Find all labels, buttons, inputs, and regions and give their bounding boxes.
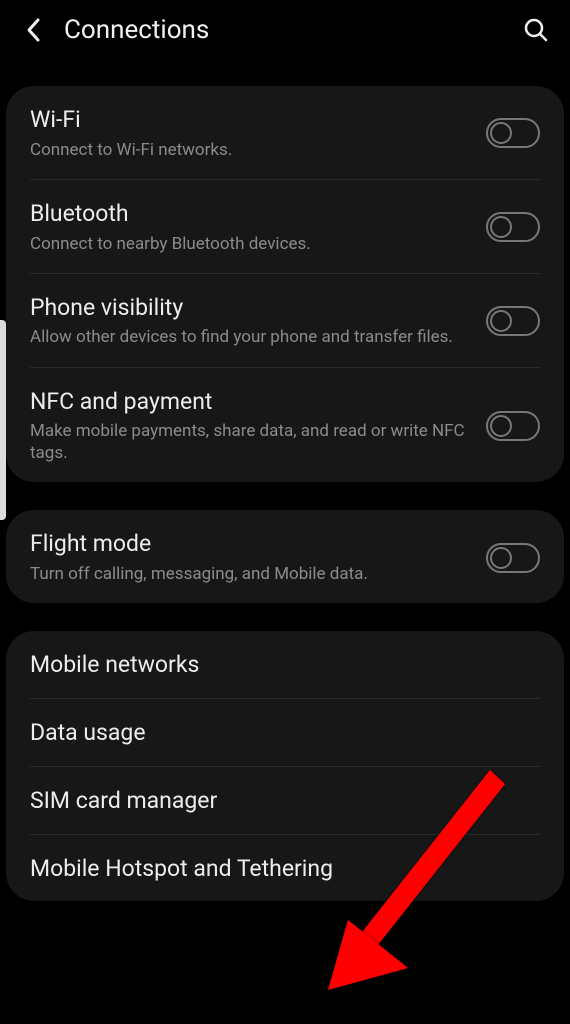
row-subtitle: Make mobile payments, share data, and re… — [30, 420, 474, 464]
row-text: Phone visibility Allow other devices to … — [30, 294, 486, 349]
row-data-usage[interactable]: Data usage — [30, 699, 540, 767]
row-mobile-hotspot-tethering[interactable]: Mobile Hotspot and Tethering — [30, 835, 540, 902]
row-title: Data usage — [30, 719, 528, 748]
row-title: Bluetooth — [30, 200, 474, 229]
header: Connections — [0, 0, 570, 64]
row-nfc-payment[interactable]: NFC and payment Make mobile payments, sh… — [30, 368, 540, 483]
row-title: Mobile Hotspot and Tethering — [30, 855, 528, 884]
row-subtitle: Connect to nearby Bluetooth devices. — [30, 233, 474, 255]
scroll-indicator[interactable] — [0, 320, 6, 520]
row-text: Mobile networks — [30, 651, 540, 680]
toggle-bluetooth[interactable] — [486, 212, 540, 242]
search-icon — [523, 17, 549, 43]
row-subtitle: Allow other devices to find your phone a… — [30, 326, 474, 348]
toggle-phone-visibility[interactable] — [486, 306, 540, 336]
row-flight-mode[interactable]: Flight mode Turn off calling, messaging,… — [30, 510, 540, 603]
toggle-wifi[interactable] — [486, 118, 540, 148]
row-phone-visibility[interactable]: Phone visibility Allow other devices to … — [30, 274, 540, 368]
row-text: SIM card manager — [30, 787, 540, 816]
content: Wi-Fi Connect to Wi-Fi networks. Bluetoo… — [0, 86, 570, 901]
back-button[interactable] — [18, 14, 50, 46]
row-text: Mobile Hotspot and Tethering — [30, 855, 540, 884]
row-subtitle: Turn off calling, messaging, and Mobile … — [30, 563, 474, 585]
settings-card: Flight mode Turn off calling, messaging,… — [6, 510, 564, 603]
row-wifi[interactable]: Wi-Fi Connect to Wi-Fi networks. — [30, 86, 540, 180]
chevron-left-icon — [24, 17, 44, 43]
search-button[interactable] — [520, 14, 552, 46]
row-title: Mobile networks — [30, 651, 528, 680]
row-title: Wi-Fi — [30, 106, 474, 135]
row-text: Bluetooth Connect to nearby Bluetooth de… — [30, 200, 486, 255]
row-title: SIM card manager — [30, 787, 528, 816]
row-text: Flight mode Turn off calling, messaging,… — [30, 530, 486, 585]
row-text: Wi-Fi Connect to Wi-Fi networks. — [30, 106, 486, 161]
row-text: NFC and payment Make mobile payments, sh… — [30, 388, 486, 465]
row-subtitle: Connect to Wi-Fi networks. — [30, 139, 474, 161]
toggle-flight-mode[interactable] — [486, 543, 540, 573]
row-text: Data usage — [30, 719, 540, 748]
row-title: NFC and payment — [30, 388, 474, 417]
settings-card: Mobile networks Data usage SIM card mana… — [6, 631, 564, 901]
row-sim-card-manager[interactable]: SIM card manager — [30, 767, 540, 835]
toggle-nfc[interactable] — [486, 411, 540, 441]
page-title: Connections — [64, 15, 209, 45]
row-title: Flight mode — [30, 530, 474, 559]
settings-card: Wi-Fi Connect to Wi-Fi networks. Bluetoo… — [6, 86, 564, 482]
row-bluetooth[interactable]: Bluetooth Connect to nearby Bluetooth de… — [30, 180, 540, 274]
row-mobile-networks[interactable]: Mobile networks — [30, 631, 540, 699]
row-title: Phone visibility — [30, 294, 474, 323]
